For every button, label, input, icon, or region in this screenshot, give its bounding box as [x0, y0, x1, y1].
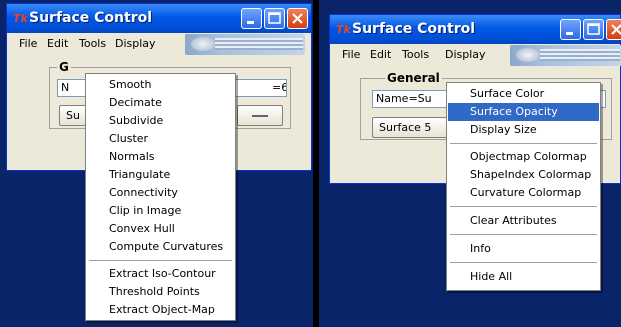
brain-logo	[510, 45, 621, 66]
menu-item-surface-opacity[interactable]: Surface Opacity	[448, 103, 599, 121]
brain-icon	[191, 37, 215, 51]
minimize-icon	[247, 21, 254, 24]
menu-file[interactable]: File	[342, 48, 360, 62]
minimize-icon	[566, 32, 573, 35]
titlebar[interactable]: Tk Surface Control	[7, 4, 311, 33]
menubar: File Edit Tools Display	[7, 33, 311, 57]
menu-file[interactable]: File	[19, 37, 37, 51]
option-button[interactable]	[237, 105, 283, 126]
menu-tools[interactable]: Tools	[402, 48, 429, 62]
menu-item-display-size[interactable]: Display Size	[448, 121, 599, 139]
menu-item-normals[interactable]: Normals	[87, 148, 234, 166]
name-field-value: N	[61, 81, 70, 94]
window-title: Surface Control	[29, 10, 153, 26]
titlebar[interactable]: Tk Surface Control	[330, 15, 621, 44]
maximize-icon	[268, 12, 281, 24]
right-screenshot-panel: Tk Surface Control File Edit Tools Displ…	[319, 0, 621, 327]
menu-item-clip-in-image[interactable]: Clip in Image	[87, 202, 234, 220]
surface-5-button[interactable]: Surface 5	[372, 117, 448, 138]
window-title: Surface Control	[352, 21, 476, 37]
menu-separator	[89, 260, 232, 261]
close-icon	[611, 24, 621, 35]
menu-item-info[interactable]: Info	[448, 240, 599, 258]
close-icon	[292, 13, 303, 24]
menu-item-threshold-points[interactable]: Threshold Points	[87, 283, 234, 301]
menu-display[interactable]: Display	[115, 37, 156, 51]
tk-feather-icon: Tk	[13, 12, 28, 25]
menu-item-decimate[interactable]: Decimate	[87, 94, 234, 112]
menu-separator	[450, 143, 597, 144]
tools-dropdown-menu: Smooth Decimate Subdivide Cluster Normal…	[85, 73, 236, 321]
menu-separator	[450, 206, 597, 207]
tk-feather-icon: Tk	[336, 23, 351, 36]
menu-edit[interactable]: Edit	[370, 48, 391, 62]
group-title: General	[385, 71, 442, 85]
close-button[interactable]	[287, 8, 308, 29]
menu-tools[interactable]: Tools	[79, 37, 106, 51]
menu-separator	[450, 262, 597, 263]
menu-display[interactable]: Display	[445, 48, 486, 62]
name-field-suffix: =6	[272, 81, 287, 94]
menu-item-extract-iso-contour[interactable]: Extract Iso-Contour	[87, 265, 234, 283]
menu-item-cluster[interactable]: Cluster	[87, 130, 234, 148]
left-screenshot-panel: Tk Surface Control File Edit Tools Displ…	[0, 0, 313, 327]
menu-item-subdivide[interactable]: Subdivide	[87, 112, 234, 130]
display-dropdown-menu: Surface Color Surface Opacity Display Si…	[446, 82, 601, 291]
menu-item-connectivity[interactable]: Connectivity	[87, 184, 234, 202]
menu-item-smooth[interactable]: Smooth	[87, 76, 234, 94]
menu-item-convex-hull[interactable]: Convex Hull	[87, 220, 234, 238]
menu-item-triangulate[interactable]: Triangulate	[87, 166, 234, 184]
menu-item-objectmap-colormap[interactable]: Objectmap Colormap	[448, 148, 599, 166]
menu-item-surface-color[interactable]: Surface Color	[448, 85, 599, 103]
maximize-icon	[587, 23, 600, 35]
menu-item-extract-object-map[interactable]: Extract Object-Map	[87, 301, 234, 319]
brain-logo	[185, 34, 305, 55]
maximize-button[interactable]	[264, 8, 285, 29]
menu-item-curvature-colormap[interactable]: Curvature Colormap	[448, 184, 599, 202]
menu-edit[interactable]: Edit	[47, 37, 68, 51]
menu-item-compute-curvatures[interactable]: Compute Curvatures	[87, 238, 234, 256]
group-title-fragment: G	[57, 60, 71, 74]
menu-item-clear-attributes[interactable]: Clear Attributes	[448, 212, 599, 230]
close-button[interactable]	[606, 19, 621, 40]
menu-separator	[450, 234, 597, 235]
menu-item-hide-all[interactable]: Hide All	[448, 268, 599, 286]
minimize-button[interactable]	[560, 19, 581, 40]
menu-item-shapeindex-colormap[interactable]: ShapeIndex Colormap	[448, 166, 599, 184]
maximize-button[interactable]	[583, 19, 604, 40]
minimize-button[interactable]	[241, 8, 262, 29]
menubar: File Edit Tools Display	[330, 44, 621, 68]
brain-icon	[516, 48, 540, 62]
